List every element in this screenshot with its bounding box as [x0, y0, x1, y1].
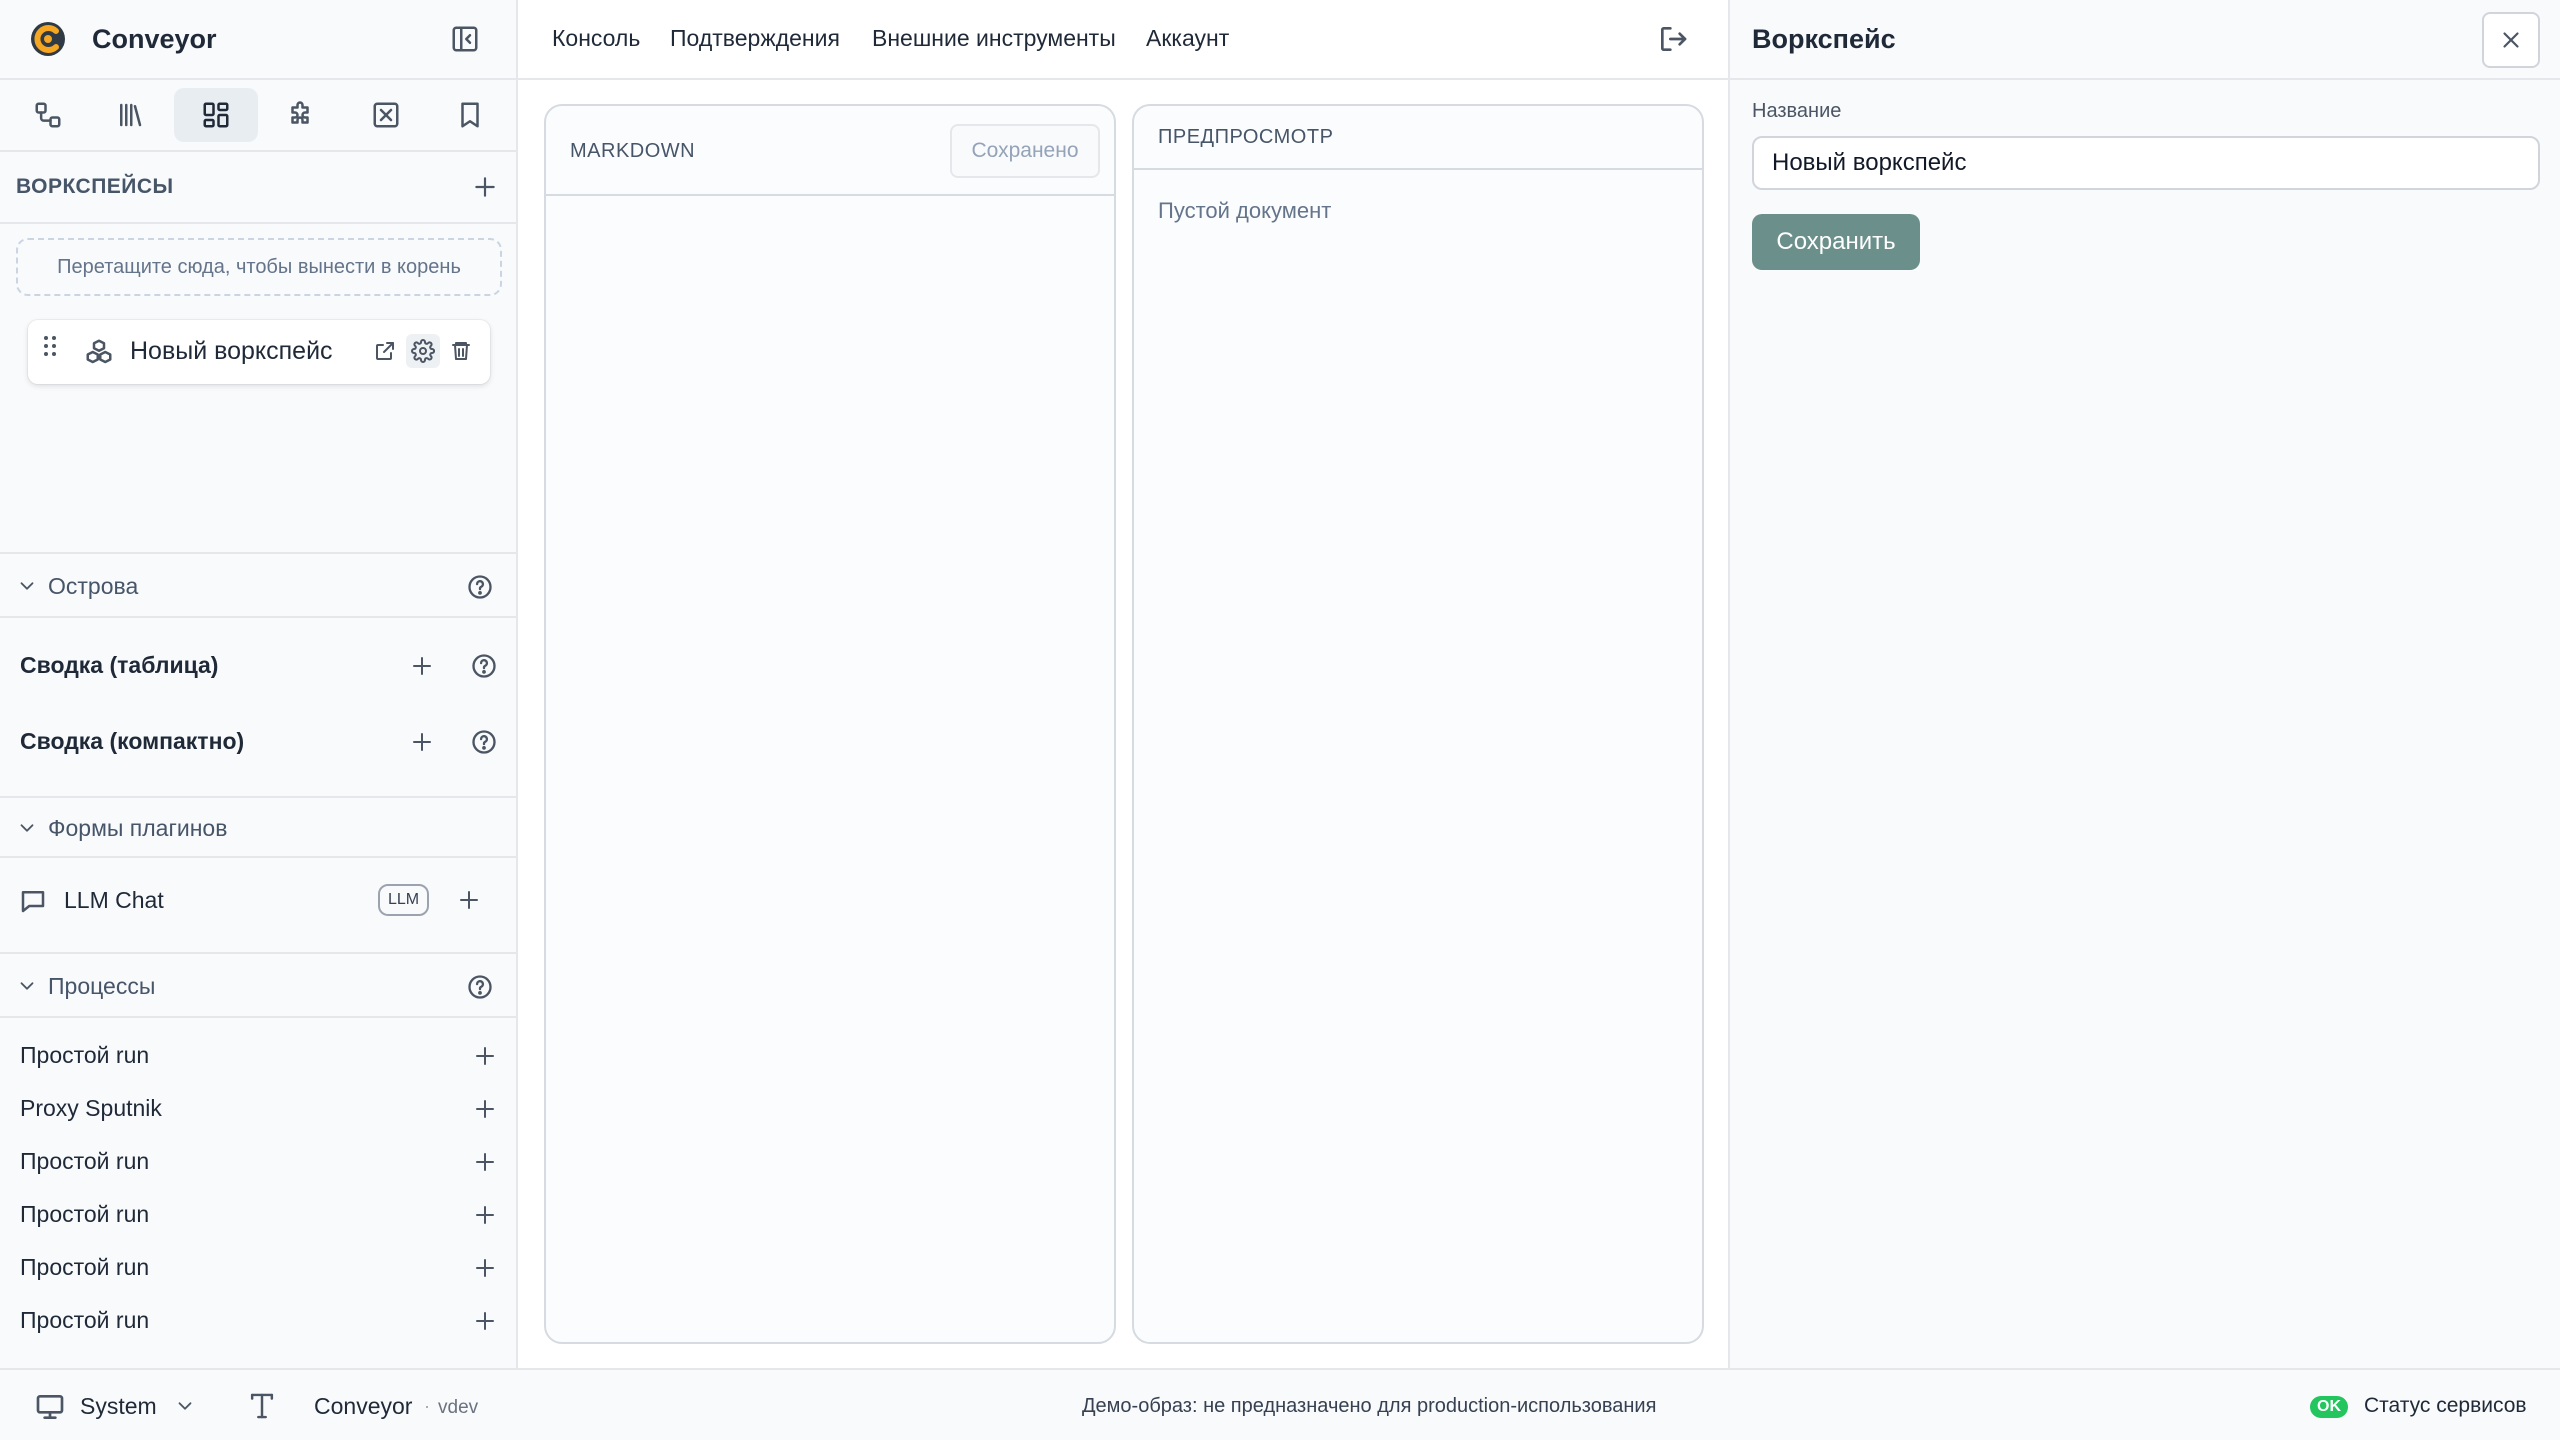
logout-icon[interactable] [1656, 22, 1690, 56]
close-icon[interactable] [2482, 12, 2540, 68]
islands-section-header[interactable]: Острова [0, 552, 516, 618]
preview-pane-header: ПРЕДПРОСМОТР [1134, 106, 1702, 170]
processes-title: Процессы [48, 973, 156, 999]
add-icon[interactable] [471, 1201, 499, 1229]
process-item-label: Простой run [20, 1254, 150, 1280]
process-item-label: Простой run [20, 1042, 150, 1068]
demo-notice: Демо-образ: не предназначено для product… [1082, 1395, 1657, 1417]
process-item-label: Простой run [20, 1307, 150, 1333]
footer-app-name: Conveyor [314, 1393, 413, 1419]
saved-status-button[interactable]: Сохранено [950, 124, 1100, 178]
plugin-forms-section-header[interactable]: Формы плагинов [0, 796, 516, 858]
workspaces-header: ВОРКСПЕЙСЫ [0, 152, 516, 224]
font-type-icon[interactable] [246, 1389, 278, 1423]
collapse-sidebar-icon[interactable] [450, 24, 480, 54]
chevron-down-icon[interactable] [174, 1395, 196, 1417]
markdown-title: MARKDOWN [570, 140, 696, 162]
chevron-down-icon [16, 817, 38, 839]
bookmark-icon[interactable] [428, 88, 512, 142]
footer-separator: · [424, 1396, 430, 1416]
app-name: Conveyor [92, 24, 217, 54]
workspace-item[interactable]: Новый воркспейс [28, 320, 490, 384]
plugin-forms-title: Формы плагинов [48, 815, 228, 841]
workspace-name-input[interactable] [1752, 136, 2540, 190]
nav-console[interactable]: Консоль [552, 25, 640, 52]
island-item[interactable]: Сводка (компактно) [0, 714, 516, 770]
brand-row: Conveyor [0, 0, 516, 80]
cubes-icon [84, 337, 114, 367]
trash-icon[interactable] [444, 334, 478, 368]
status-badge: OK [2310, 1396, 2348, 1418]
nav-external-tools[interactable]: Внешние инструменты [872, 25, 1116, 52]
markdown-editor-area[interactable] [546, 198, 1114, 1342]
plugin-form-label: LLM Chat [64, 887, 164, 913]
preview-pane: ПРЕДПРОСМОТР Пустой документ [1132, 104, 1704, 1344]
services-status-link[interactable]: Статус сервисов [2364, 1394, 2527, 1418]
workspace-settings-panel: Воркспейс Название Сохранить [1728, 0, 2560, 1368]
help-circle-icon[interactable] [469, 651, 499, 681]
root-dropzone[interactable]: Перетащите сюда, чтобы вынести в корень [16, 238, 502, 296]
preview-empty-text: Пустой документ [1158, 198, 1332, 223]
llm-badge: LLM [378, 884, 430, 916]
add-icon[interactable] [455, 886, 483, 914]
add-icon[interactable] [471, 1042, 499, 1070]
help-circle-icon[interactable] [465, 572, 495, 602]
add-icon[interactable] [408, 652, 436, 680]
add-workspace-icon[interactable] [470, 172, 500, 202]
add-icon[interactable] [471, 1307, 499, 1335]
process-item-label: Простой run [20, 1148, 150, 1174]
chevron-down-icon [16, 975, 38, 997]
library-icon[interactable] [88, 88, 172, 142]
sidebar-icon-toolbar [0, 82, 516, 152]
open-external-icon[interactable] [368, 334, 402, 368]
islands-title: Острова [48, 573, 139, 599]
settings-gear-icon[interactable] [406, 334, 440, 368]
dashboard-grid-icon[interactable] [174, 88, 258, 142]
process-item-label: Proxy Sputnik [20, 1095, 162, 1121]
close-square-icon[interactable] [344, 88, 428, 142]
preview-title: ПРЕДПРОСМОТР [1158, 126, 1334, 148]
workspaces-title: ВОРКСПЕЙСЫ [16, 175, 174, 198]
island-item[interactable]: Сводка (таблица) [0, 638, 516, 694]
drag-handle-icon[interactable] [42, 334, 58, 360]
processes-section-header[interactable]: Процессы [0, 952, 516, 1018]
puzzle-plugins-icon[interactable] [258, 88, 342, 142]
add-icon[interactable] [408, 728, 436, 756]
nav-approvals[interactable]: Подтверждения [670, 25, 840, 52]
monitor-icon[interactable] [34, 1391, 66, 1423]
help-circle-icon[interactable] [469, 727, 499, 757]
process-item[interactable]: Простой run [0, 1028, 516, 1084]
markdown-pane-header: MARKDOWN Сохранено [546, 106, 1114, 196]
flow-nodes-icon[interactable] [6, 88, 90, 142]
panel-header: Воркспейс [1730, 0, 2560, 80]
version-label: vdev [438, 1397, 479, 1418]
island-item-label: Сводка (компактно) [20, 728, 245, 754]
panel-title: Воркспейс [1752, 24, 1896, 54]
plugin-form-item[interactable]: LLM Chat LLM [0, 864, 516, 936]
workspace-name: Новый воркспейс [130, 337, 333, 365]
theme-select[interactable]: System [80, 1393, 157, 1420]
conveyor-logo-icon [29, 20, 67, 58]
process-item[interactable]: Простой run [0, 1293, 516, 1349]
island-item-label: Сводка (таблица) [20, 652, 219, 678]
process-item[interactable]: Простой run [0, 1134, 516, 1190]
sidebar: Conveyor ВОРКСПЕЙСЫ Перетащите сюда, что [0, 0, 518, 1368]
chat-bubble-icon [18, 886, 48, 916]
save-button[interactable]: Сохранить [1752, 214, 1920, 270]
top-navigation: Консоль Подтверждения Внешние инструмент… [518, 0, 1728, 80]
chevron-down-icon [16, 575, 38, 597]
footer: System Conveyor · vdev Демо-образ: не пр… [0, 1368, 2560, 1440]
add-icon[interactable] [471, 1254, 499, 1282]
add-icon[interactable] [471, 1148, 499, 1176]
add-icon[interactable] [471, 1095, 499, 1123]
name-field-label: Название [1752, 100, 1842, 122]
process-item-label: Простой run [20, 1201, 150, 1227]
markdown-pane: MARKDOWN Сохранено [544, 104, 1116, 1344]
process-item[interactable]: Proxy Sputnik [0, 1081, 516, 1137]
process-item[interactable]: Простой run [0, 1240, 516, 1296]
nav-account[interactable]: Аккаунт [1146, 25, 1229, 52]
process-item[interactable]: Простой run [0, 1187, 516, 1243]
help-circle-icon[interactable] [465, 972, 495, 1002]
